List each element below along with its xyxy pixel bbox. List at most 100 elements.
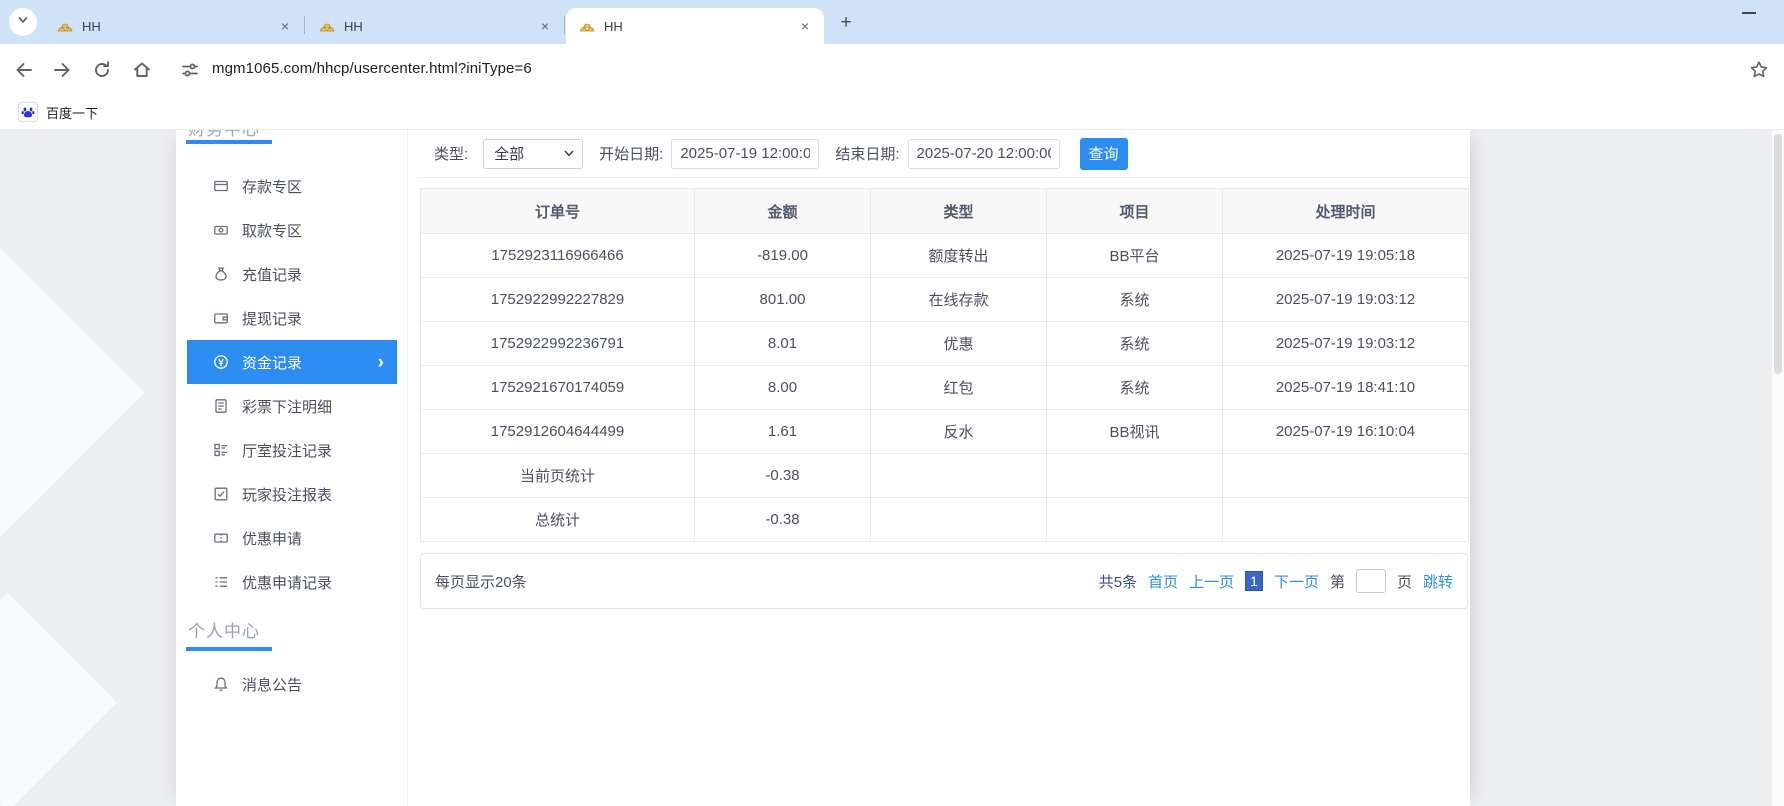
chevron-down-icon (564, 150, 574, 157)
browser-window: HH × HH × HH × + (0, 0, 1784, 806)
minimize-icon[interactable] (1742, 12, 1756, 14)
browser-toolbar: mgm1065.com/hhcp/usercenter.html?iniType… (0, 44, 1784, 95)
goto-prefix-label: 第 (1330, 571, 1345, 592)
baidu-paw-icon (18, 102, 38, 122)
sidebar-item-lottery-bets[interactable]: 彩票下注明细 (187, 384, 397, 428)
goto-button[interactable]: 跳转 (1423, 571, 1453, 592)
browser-tab-1[interactable]: HH × (44, 8, 304, 44)
cell-type: 在线存款 (871, 278, 1047, 322)
browser-tab-2[interactable]: HH × (306, 8, 564, 44)
close-icon[interactable]: × (276, 17, 294, 35)
pagination-controls: 共5条 首页 上一页 1 下一页 第 页 跳转 (1099, 569, 1453, 593)
bell-icon (213, 676, 229, 692)
ticket-icon (213, 530, 229, 546)
browser-tab-3-active[interactable]: HH × (566, 8, 824, 44)
decorative-triangle (0, 240, 145, 544)
sidebar-item-promo-apply[interactable]: 优惠申请 (187, 516, 397, 560)
coin-icon (213, 354, 229, 370)
document-list-icon (213, 398, 229, 414)
sidebar-item-deposit[interactable]: 存款专区 (187, 164, 397, 208)
sidebar-item-recharge-records[interactable]: 充值记录 (187, 252, 397, 296)
sidebar-item-label: 彩票下注明细 (242, 396, 332, 417)
type-select[interactable]: 全部 (483, 139, 583, 169)
next-page-link[interactable]: 下一页 (1274, 571, 1319, 592)
new-tab-button[interactable]: + (834, 11, 858, 35)
cell-project: 系统 (1047, 322, 1223, 366)
chevron-right-icon: › (378, 353, 384, 372)
sidebar-item-cashout-records[interactable]: 提现记录 (187, 296, 397, 340)
page-content: 财务中心 存款专区 取款专区 充值记录 (0, 130, 1784, 806)
table-row: 1752922992236791 8.01 优惠 系统 2025-07-19 1… (421, 322, 1469, 366)
sidebar-item-label: 优惠申请 (242, 528, 302, 549)
close-icon[interactable]: × (536, 17, 554, 35)
end-date-input[interactable] (908, 139, 1060, 169)
grid-list-icon (213, 442, 229, 458)
cell-type: 额度转出 (871, 234, 1047, 278)
table-row: 1752912604644499 1.61 反水 BB视讯 2025-07-19… (421, 410, 1469, 454)
back-button[interactable] (7, 53, 41, 87)
tab-title: HH (82, 19, 276, 34)
cell-summary-label: 当前页统计 (421, 454, 695, 498)
home-button[interactable] (125, 53, 159, 87)
sidebar-item-hall-bet-records[interactable]: 厅室投注记录 (187, 428, 397, 472)
goto-page-input[interactable] (1356, 569, 1386, 593)
funds-records-table: 订单号 金额 类型 项目 处理时间 1752923116966466 -819.… (420, 188, 1469, 542)
tab-search-button[interactable] (9, 8, 37, 36)
cell-empty (1047, 454, 1223, 498)
cell-time: 2025-07-19 19:05:18 (1223, 234, 1469, 278)
sidebar-item-label: 消息公告 (242, 674, 302, 695)
list-record-icon (213, 574, 229, 590)
sidebar-item-label: 资金记录 (242, 352, 302, 373)
scrollbar-thumb[interactable] (1774, 134, 1782, 374)
bookmark-baidu[interactable]: 百度一下 (10, 99, 106, 125)
chevron-down-icon (17, 13, 29, 31)
cell-project: BB视讯 (1047, 410, 1223, 454)
sidebar-item-promo-apply-records[interactable]: 优惠申请记录 (187, 560, 397, 604)
tab-title: HH (604, 19, 796, 34)
forward-button[interactable] (45, 53, 79, 87)
prev-page-link[interactable]: 上一页 (1189, 571, 1234, 592)
address-bar-url[interactable]: mgm1065.com/hhcp/usercenter.html?iniType… (212, 60, 532, 77)
cell-project: BB平台 (1047, 234, 1223, 278)
cell-time: 2025-07-19 19:03:12 (1223, 322, 1469, 366)
close-icon[interactable]: × (796, 17, 814, 35)
search-button[interactable]: 查询 (1080, 138, 1128, 170)
tab-divider (304, 16, 305, 34)
cell-time: 2025-07-19 19:03:12 (1223, 278, 1469, 322)
sidebar-item-withdraw[interactable]: 取款专区 (187, 208, 397, 252)
cell-summary-label: 总统计 (421, 498, 695, 542)
cell-type: 红包 (871, 366, 1047, 410)
sidebar-item-player-bet-report[interactable]: 玩家投注报表 (187, 472, 397, 516)
page-scrollbar[interactable] (1772, 130, 1784, 806)
cell-time: 2025-07-19 18:41:10 (1223, 366, 1469, 410)
cell-empty (1223, 454, 1469, 498)
start-date-input[interactable] (671, 139, 819, 169)
column-header-type: 类型 (871, 189, 1047, 234)
current-page-number[interactable]: 1 (1245, 571, 1263, 591)
cell-order-no: 1752912604644499 (421, 410, 695, 454)
sidebar-item-messages[interactable]: 消息公告 (187, 662, 397, 706)
type-select-value: 全部 (494, 143, 564, 164)
site-settings-icon[interactable] (173, 53, 207, 87)
type-label: 类型: (434, 143, 468, 164)
sidebar-menu-personal: 消息公告 (176, 662, 408, 706)
cell-type: 优惠 (871, 322, 1047, 366)
filter-bar: 类型: 全部 开始日期: 结束日期: 查询 (420, 130, 1468, 178)
reload-button[interactable] (85, 53, 119, 87)
first-page-link[interactable]: 首页 (1148, 571, 1178, 592)
table-summary-row-total: 总统计 -0.38 (421, 498, 1469, 542)
cell-project: 系统 (1047, 366, 1223, 410)
cell-empty (1047, 498, 1223, 542)
section-underline (186, 647, 272, 651)
cell-amount: 8.01 (695, 322, 871, 366)
table-row: 1752922992227829 801.00 在线存款 系统 2025-07-… (421, 278, 1469, 322)
tab-strip: HH × HH × HH × + (0, 0, 1784, 44)
gold-ingots-favicon-icon (579, 18, 595, 34)
column-header-amount: 金额 (695, 189, 871, 234)
bookmark-star-icon[interactable] (1742, 53, 1776, 87)
cell-order-no: 1752921670174059 (421, 366, 695, 410)
tab-divider (564, 16, 565, 34)
sidebar-item-funds-records[interactable]: 资金记录 › (187, 340, 397, 384)
money-bag-icon (213, 266, 229, 282)
total-count-text: 共5条 (1099, 571, 1137, 592)
